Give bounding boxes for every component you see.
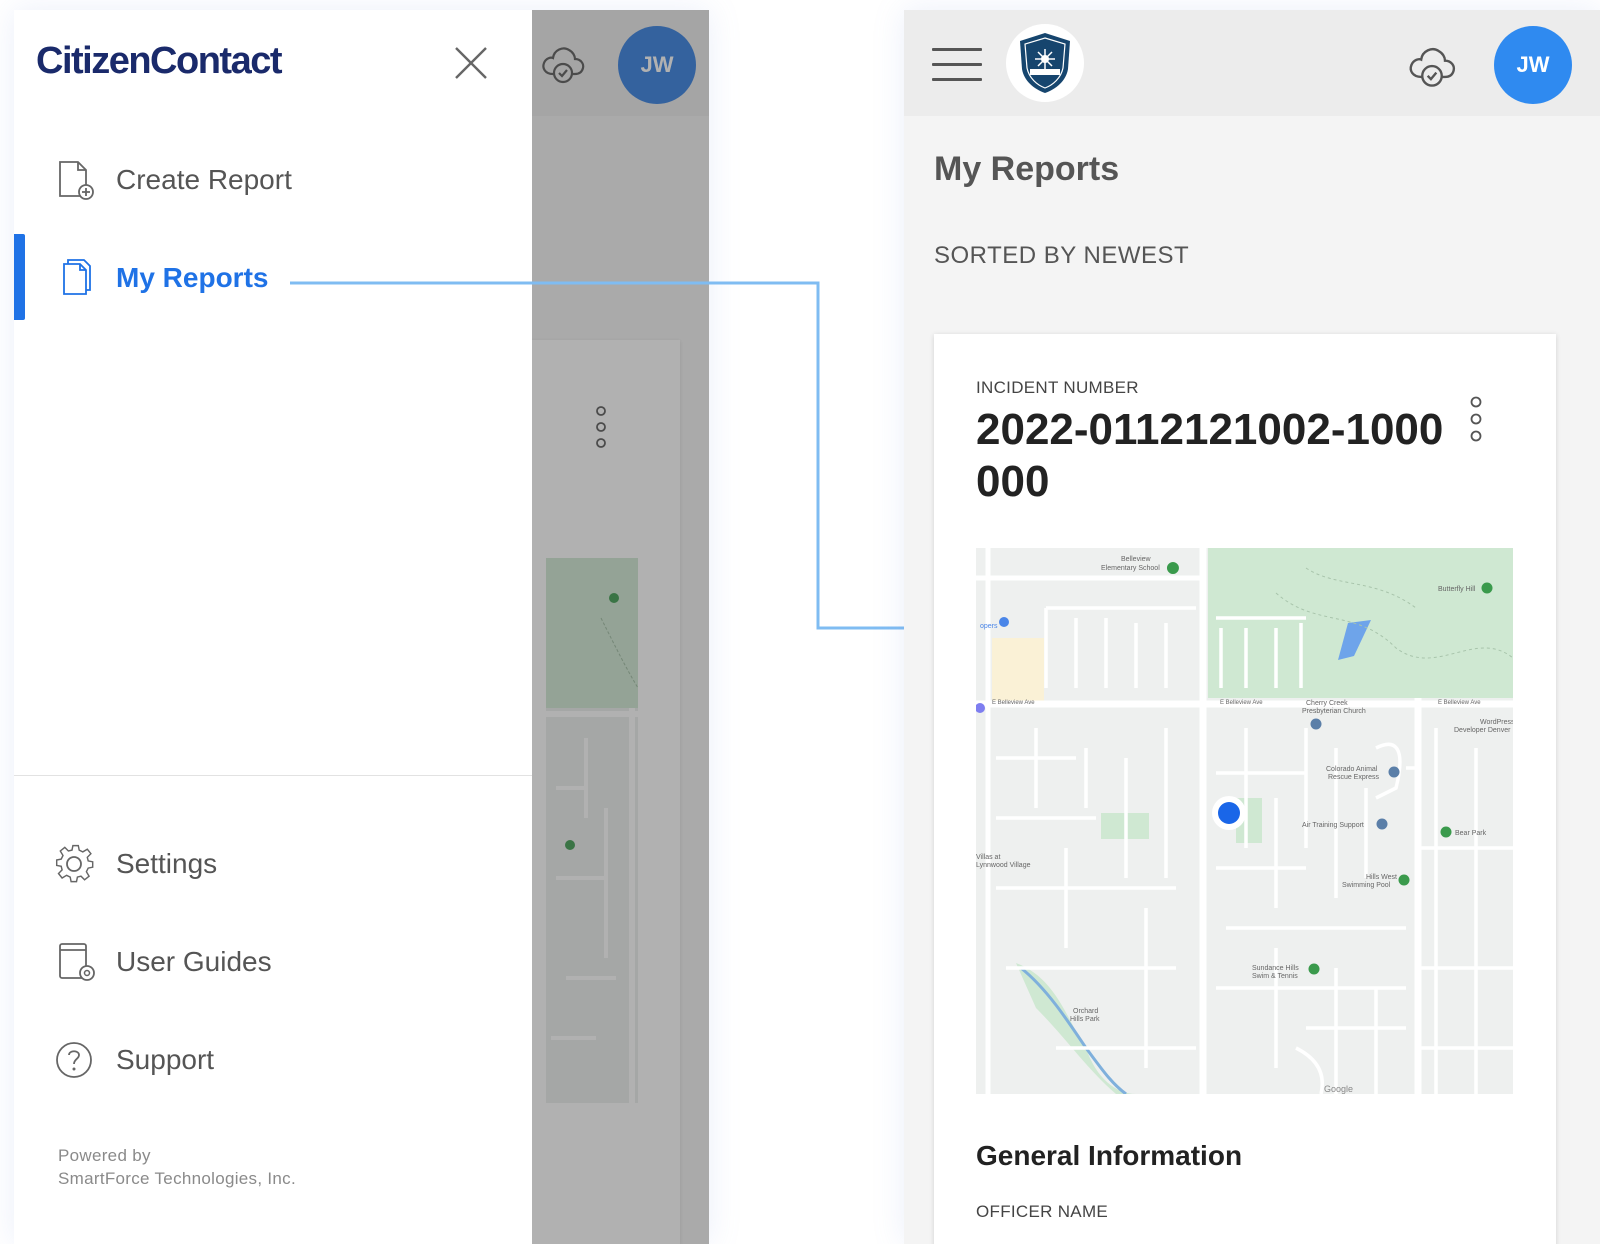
nav-item-settings[interactable]: Settings	[14, 820, 532, 906]
powered-by: Powered by SmartForce Technologies, Inc.	[58, 1144, 296, 1190]
svg-text:Bear Park: Bear Park	[1455, 830, 1487, 837]
svg-text:Villas at: Villas at	[976, 854, 1000, 861]
report-card[interactable]: INCIDENT NUMBER 2022-0112121002-1000000	[934, 334, 1556, 1244]
close-icon[interactable]	[450, 42, 492, 84]
svg-text:Swimming Pool: Swimming Pool	[1342, 882, 1391, 889]
cloud-check-icon[interactable]	[1406, 40, 1458, 90]
svg-text:opers: opers	[980, 623, 998, 630]
gear-icon	[55, 844, 94, 883]
svg-text:Orchard: Orchard	[1073, 1008, 1098, 1015]
svg-text:E Belleview Ave: E Belleview Ave	[1438, 700, 1481, 706]
company-name: SmartForce Technologies, Inc.	[58, 1169, 296, 1188]
svg-text:Rescue Express: Rescue Express	[1328, 774, 1379, 781]
incident-number-label: INCIDENT NUMBER	[976, 378, 1139, 397]
nav-item-label: Settings	[116, 848, 218, 879]
stage: JW ) CitizenContact	[0, 0, 1600, 1244]
svg-text:Lynnwood Village: Lynnwood Village	[976, 862, 1031, 869]
nav-item-user-guides[interactable]: User Guides	[14, 918, 532, 1004]
menu-icon[interactable]	[932, 48, 982, 82]
police-badge-icon	[1006, 24, 1084, 102]
sort-label[interactable]: SORTED BY NEWEST	[934, 242, 1189, 270]
svg-text:WordPress: WordPress	[1480, 719, 1513, 726]
nav-item-label: Create Report	[116, 164, 292, 195]
svg-text:Belleview: Belleview	[1121, 556, 1152, 563]
right-phone-screen: JW My Reports SORTED BY NEWEST INCIDENT …	[904, 10, 1600, 1244]
drawer-divider	[14, 775, 532, 776]
svg-text:Hills West: Hills West	[1366, 874, 1397, 881]
officer-name-label: OFFICER NAME	[976, 1202, 1109, 1221]
documents-icon	[63, 259, 91, 295]
incident-location-map[interactable]: Belleview Elementary School Butterfly Hil…	[976, 548, 1513, 1094]
svg-text:Swim & Tennis: Swim & Tennis	[1252, 973, 1298, 980]
nav-item-label: My Reports	[116, 262, 269, 293]
nav-item-support[interactable]: Support	[14, 1016, 532, 1102]
svg-text:Hills Park: Hills Park	[1070, 1016, 1100, 1023]
svg-text:Sundance Hills: Sundance Hills	[1252, 965, 1299, 972]
svg-text:Colorado Animal: Colorado Animal	[1326, 766, 1378, 773]
svg-text:Cherry Creek: Cherry Creek	[1306, 700, 1348, 707]
more-options-icon[interactable]	[1464, 394, 1488, 444]
guide-settings-icon	[59, 943, 95, 981]
svg-text:Elementary School: Elementary School	[1101, 565, 1160, 572]
svg-text:E Belleview Ave: E Belleview Ave	[992, 700, 1035, 706]
svg-text:Google: Google	[1324, 1084, 1353, 1094]
avatar[interactable]: JW	[1494, 26, 1572, 104]
powered-by-label: Powered by	[58, 1146, 151, 1165]
brand-logo: CitizenContact	[36, 40, 283, 82]
app-header: JW	[904, 10, 1600, 116]
page-title: My Reports	[934, 150, 1120, 188]
svg-text:Butterfly Hill: Butterfly Hill	[1438, 586, 1476, 593]
svg-text:Air Training Support: Air Training Support	[1302, 822, 1364, 829]
nav-item-my-reports[interactable]: My Reports	[14, 234, 532, 320]
help-circle-icon	[56, 1042, 92, 1078]
navigation-drawer: CitizenContact Create Report My Reports	[14, 10, 532, 1244]
nav-item-create-report[interactable]: Create Report	[14, 136, 532, 222]
document-plus-icon	[59, 161, 94, 200]
section-title: General Information	[976, 1140, 1243, 1171]
incident-number: 2022-0112121002-1000000	[976, 405, 1444, 506]
nav-item-label: User Guides	[116, 946, 272, 977]
nav-item-label: Support	[116, 1044, 215, 1075]
svg-text:Presbyterian Church: Presbyterian Church	[1302, 708, 1366, 715]
svg-text:Developer Denver: Developer Denver	[1454, 727, 1511, 734]
svg-text:E Belleview Ave: E Belleview Ave	[1220, 700, 1263, 706]
